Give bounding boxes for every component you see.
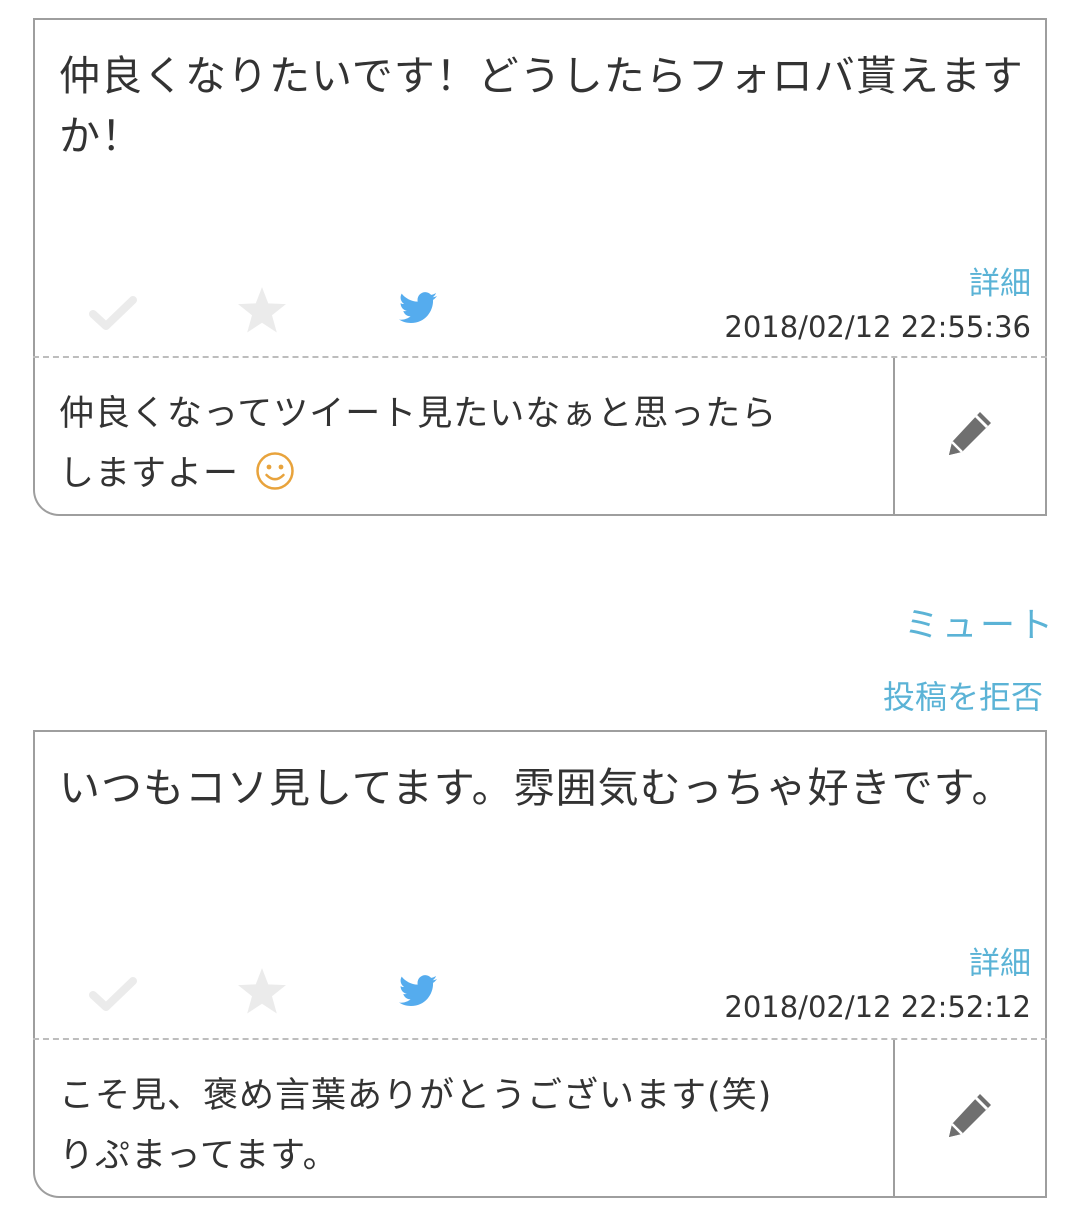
answer-line: りぷまってます。 [59, 1136, 339, 1176]
twitter-icon[interactable] [399, 975, 437, 1011]
edit-answer-button[interactable] [893, 1040, 1047, 1196]
question-text: 仲良くなりたいです！どうしたらフォロバ貰えますか！ [59, 52, 1024, 160]
answer-line: こそ見、褒め言葉ありがとうございます(笑) [59, 1076, 773, 1116]
question-text: いつもコソ見してます。雰囲気むっちゃ好きです。 [59, 764, 1014, 812]
message-card: 仲良くなりたいです！どうしたらフォロバ貰えますか！ 詳細 2018/02/12 … [33, 18, 1047, 518]
detail-link[interactable]: 詳細 [969, 938, 1031, 983]
question-box: 仲良くなりたいです！どうしたらフォロバ貰えますか！ 詳細 2018/02/12 … [33, 18, 1047, 358]
edit-answer-button[interactable] [893, 358, 1047, 514]
mute-link[interactable]: ミュート [904, 597, 1056, 648]
pencil-icon [949, 1094, 991, 1137]
detail-link[interactable]: 詳細 [969, 258, 1031, 303]
check-icon[interactable] [89, 977, 137, 1017]
post-timestamp: 2018/02/12 22:52:12 [724, 990, 1031, 1024]
answer-text: こそ見、褒め言葉ありがとうございます(笑) りぷまってます。 [59, 1066, 859, 1186]
pencil-icon [949, 412, 991, 455]
question-box: いつもコソ見してます。雰囲気むっちゃ好きです。 詳細 2018/02/12 22… [33, 730, 1047, 1040]
reject-post-link[interactable]: 投稿を拒否 [883, 672, 1043, 718]
check-icon[interactable] [89, 296, 137, 336]
smiley-icon [255, 450, 295, 510]
answer-box: こそ見、褒め言葉ありがとうございます(笑) りぷまってます。 [33, 1040, 1047, 1198]
post-timestamp: 2018/02/12 22:55:36 [724, 310, 1031, 344]
answer-text: 仲良くなってツイート見たいなぁと思ったら しますよー [59, 384, 859, 510]
twitter-icon[interactable] [399, 292, 437, 328]
star-icon[interactable] [237, 967, 287, 1019]
message-card: いつもコソ見してます。雰囲気むっちゃ好きです。 詳細 2018/02/12 22… [33, 730, 1047, 1200]
answer-line: しますよー [59, 454, 240, 494]
answer-box: 仲良くなってツイート見たいなぁと思ったら しますよー [33, 358, 1047, 516]
answer-line: 仲良くなってツイート見たいなぁと思ったら [59, 394, 778, 434]
star-icon[interactable] [237, 286, 287, 338]
